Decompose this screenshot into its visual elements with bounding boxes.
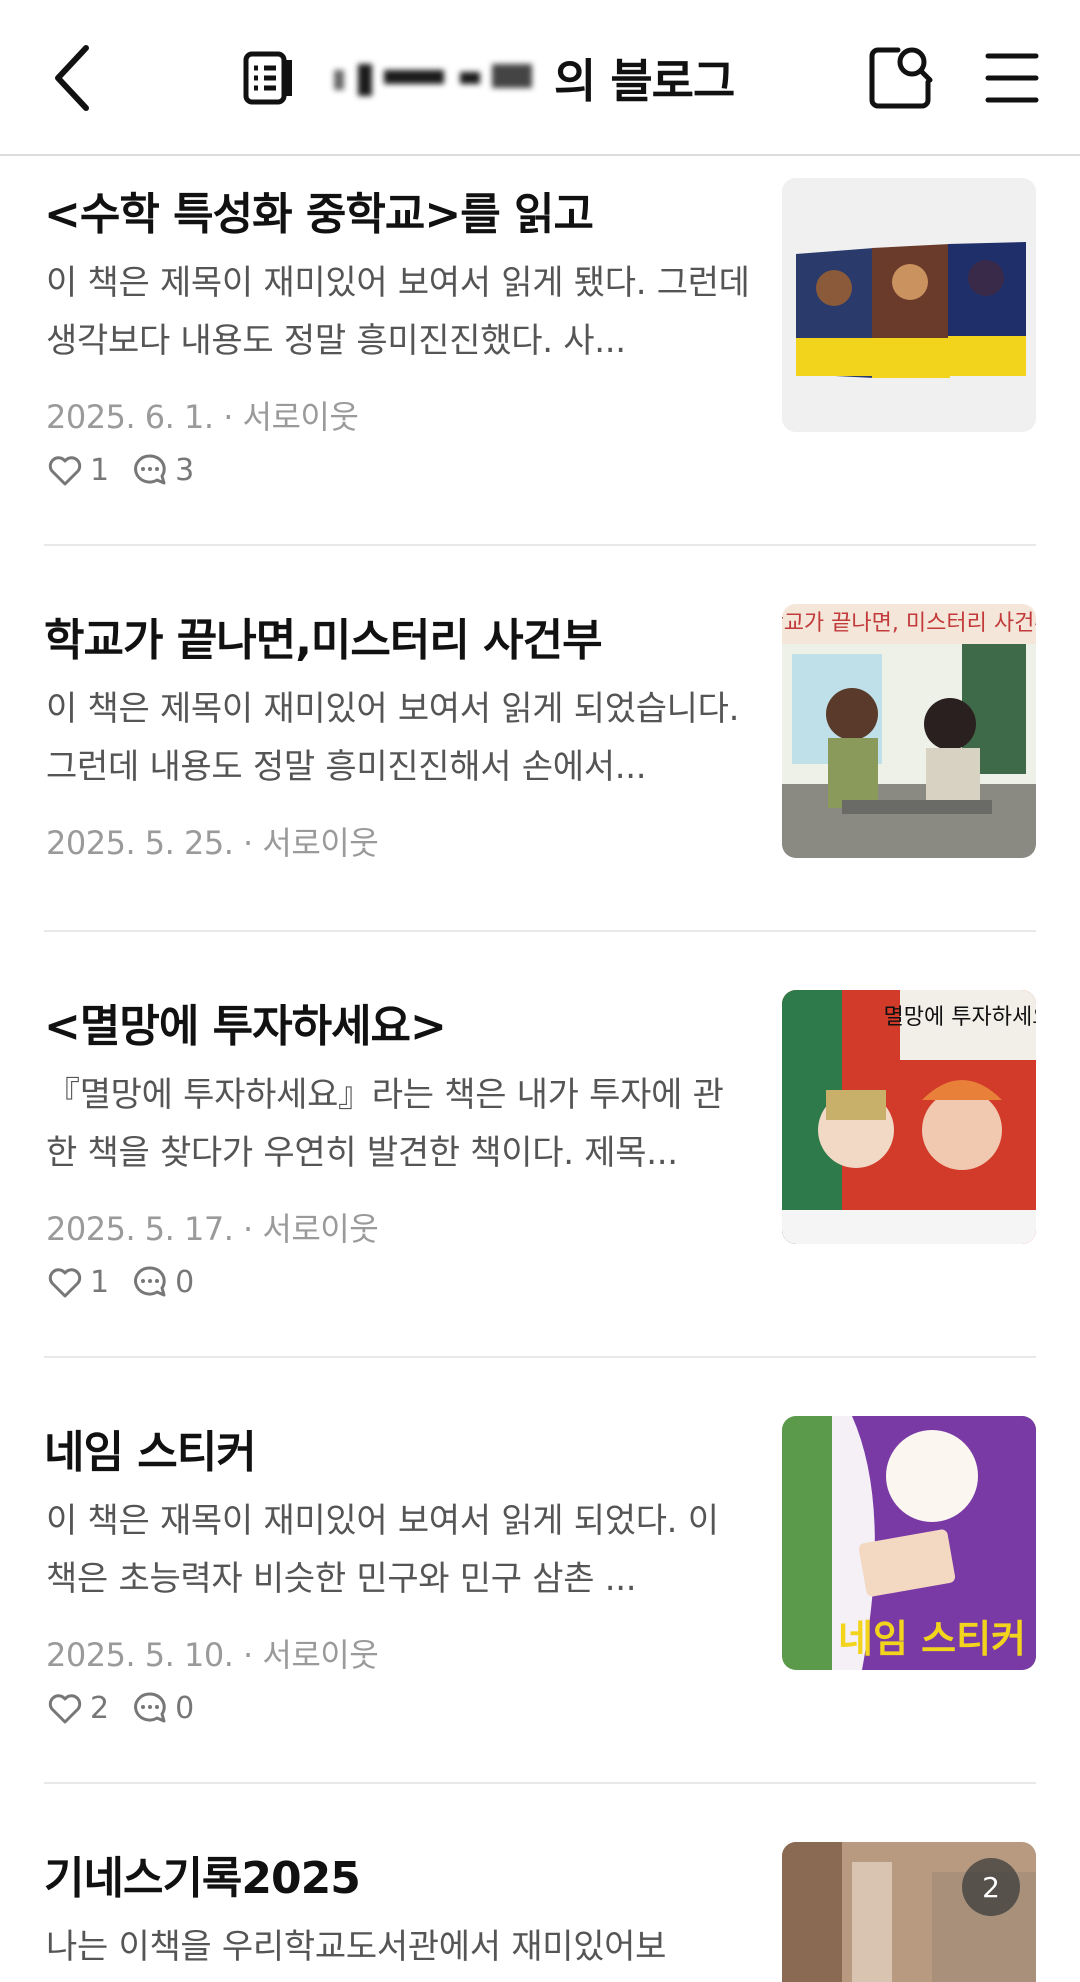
post-relation: 서로이웃 bbox=[262, 1636, 379, 1674]
app-header: 의 블로그 bbox=[0, 0, 1080, 156]
menu-button[interactable] bbox=[984, 50, 1040, 106]
post-meta: 2025. 5. 17. · 서로이웃 bbox=[46, 1204, 766, 1250]
comment-count-value: 0 bbox=[175, 1264, 195, 1300]
comment-count-value: 0 bbox=[175, 1690, 195, 1726]
post-excerpt: 나는 이책을 우리학교도서관에서 재미있어보 bbox=[46, 1927, 667, 1967]
post-item[interactable]: 네임 스티커 이 책은 재목이 재미있어 보여서 읽게 되었다. 이 책은 초능… bbox=[44, 1416, 1036, 1746]
blog-search-icon bbox=[869, 47, 933, 109]
divider bbox=[44, 1782, 1036, 1784]
meta-separator: · bbox=[243, 824, 263, 862]
blog-title-suffix: 의 블로그 bbox=[554, 54, 735, 108]
post-thumbnail[interactable]: 2 bbox=[782, 1842, 1036, 1982]
cover-title: 멸망에 투자하세요 bbox=[884, 1005, 1036, 1030]
post-excerpt: 이 책은 재목이 재미있어 보여서 읽게 되었다. 이 책은 초능력자 비슷한 … bbox=[46, 1501, 719, 1599]
comment-count[interactable]: 3 bbox=[131, 451, 194, 489]
post-item[interactable]: <멸망에 투자하세요> 『멸망에 투자하세요』라는 책은 내가 투자에 관한 책… bbox=[44, 990, 1036, 1320]
post-stats: 1 3 bbox=[46, 448, 216, 492]
post-relation: 서로이웃 bbox=[262, 1210, 379, 1248]
post-meta: 2025. 5. 10. · 서로이웃 bbox=[46, 1630, 766, 1676]
hamburger-menu-icon bbox=[985, 53, 1039, 103]
post-date: 2025. 5. 10. bbox=[46, 1636, 234, 1674]
book-cover-image: 네임 스티커 bbox=[782, 1416, 1036, 1670]
divider bbox=[44, 544, 1036, 546]
divider bbox=[44, 1356, 1036, 1358]
post-title[interactable]: 네임 스티커 bbox=[44, 1416, 764, 1480]
like-count[interactable]: 1 bbox=[46, 1263, 109, 1301]
heart-icon bbox=[48, 1268, 82, 1298]
comment-count[interactable]: 0 bbox=[131, 1263, 194, 1301]
post-meta: 2025. 6. 1. · 서로이웃 bbox=[46, 392, 766, 438]
post-relation: 서로이웃 bbox=[262, 824, 379, 862]
like-count[interactable]: 1 bbox=[46, 451, 109, 489]
post-meta: 2025. 5. 25. · 서로이웃 bbox=[46, 818, 766, 864]
post-title[interactable]: <수학 특성화 중학교>를 읽고 bbox=[44, 178, 764, 242]
meta-separator: · bbox=[243, 1636, 263, 1674]
book-cover-image: 멸망에 투자하세요 bbox=[782, 990, 1036, 1244]
post-relation: 서로이웃 bbox=[242, 398, 359, 436]
like-count-value: 1 bbox=[90, 452, 110, 488]
comment-bubble-icon bbox=[134, 454, 166, 485]
meta-separator: · bbox=[243, 1210, 263, 1248]
post-item[interactable]: 학교가 끝나면,미스터리 사건부 이 책은 제목이 재미있어 보여서 읽게 되었… bbox=[44, 604, 1036, 904]
post-excerpt: 이 책은 제목이 재미있어 보여서 읽게 되었습니다. 그런데 내용도 정말 흥… bbox=[46, 689, 740, 787]
post-thumbnail[interactable]: 학교가 끝나면, 미스터리 사건부 bbox=[782, 604, 1036, 858]
post-item[interactable]: 기네스기록2025 나는 이책을 우리학교도서관에서 재미있어보 2 bbox=[44, 1842, 1036, 1982]
post-stats: 2 0 bbox=[46, 1686, 216, 1730]
like-count-value: 1 bbox=[90, 1264, 110, 1300]
post-thumbnail[interactable]: 네임 스티커 bbox=[782, 1416, 1036, 1670]
post-title[interactable]: 기네스기록2025 bbox=[44, 1842, 764, 1906]
divider bbox=[44, 930, 1036, 932]
back-button[interactable] bbox=[44, 38, 108, 118]
cover-title: 네임 스티커 bbox=[838, 1617, 1026, 1661]
post-title[interactable]: <멸망에 투자하세요> bbox=[44, 990, 764, 1054]
comment-bubble-icon bbox=[134, 1692, 166, 1723]
comment-count[interactable]: 0 bbox=[131, 1689, 194, 1727]
cover-title: 학교가 끝나면, 미스터리 사건부 bbox=[782, 611, 1036, 636]
like-count[interactable]: 2 bbox=[46, 1689, 109, 1727]
blurred-blog-owner-name bbox=[314, 58, 544, 98]
heart-icon bbox=[48, 1694, 82, 1724]
post-date: 2025. 5. 17. bbox=[46, 1210, 234, 1248]
chevron-left-icon bbox=[55, 45, 89, 111]
heart-icon bbox=[48, 456, 82, 486]
post-excerpt: 이 책은 제목이 재미있어 보여서 읽게 됐다. 그런데 생각보다 내용도 정말… bbox=[46, 263, 750, 361]
post-excerpt: 『멸망에 투자하세요』라는 책은 내가 투자에 관한 책을 찾다가 우연히 발견… bbox=[46, 1075, 724, 1173]
post-date: 2025. 6. 1. bbox=[46, 398, 214, 436]
book-cover-image bbox=[782, 178, 1036, 432]
blog-icon bbox=[243, 51, 292, 105]
post-date: 2025. 5. 25. bbox=[46, 824, 234, 862]
book-cover-image: 학교가 끝나면, 미스터리 사건부 bbox=[782, 604, 1036, 858]
post-thumbnail[interactable]: 멸망에 투자하세요 bbox=[782, 990, 1036, 1244]
post-item[interactable]: <수학 특성화 중학교>를 읽고 이 책은 제목이 재미있어 보여서 읽게 됐다… bbox=[44, 178, 1036, 508]
search-button[interactable] bbox=[864, 42, 936, 114]
meta-separator: · bbox=[223, 398, 243, 436]
comment-bubble-icon bbox=[134, 1266, 166, 1297]
post-thumbnail[interactable] bbox=[782, 178, 1036, 432]
post-stats: 1 0 bbox=[46, 1260, 216, 1304]
comment-count-value: 3 bbox=[175, 452, 195, 488]
like-count-value: 2 bbox=[90, 1690, 110, 1726]
post-title[interactable]: 학교가 끝나면,미스터리 사건부 bbox=[44, 604, 764, 668]
image-count-badge: 2 bbox=[962, 1858, 1020, 1916]
blog-title[interactable]: 의 블로그 bbox=[240, 40, 760, 116]
